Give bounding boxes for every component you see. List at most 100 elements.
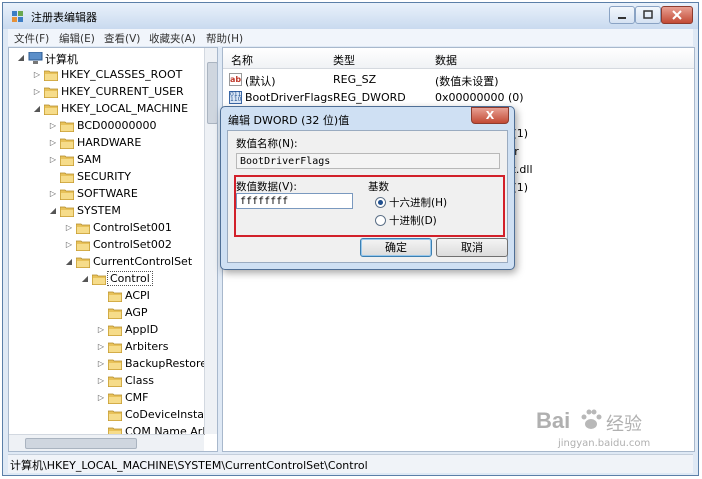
folder-icon: [108, 359, 122, 370]
tree-item-label: CurrentControlSet: [93, 255, 193, 268]
menu-file[interactable]: 文件(F): [14, 31, 49, 46]
status-path: 计算机\HKEY_LOCAL_MACHINE\SYSTEM\CurrentCon…: [10, 459, 368, 472]
title-bar[interactable]: 注册表编辑器: [3, 3, 698, 29]
watermark-brand: Bai: [536, 408, 571, 433]
value-name-cell: BootDriverFlags: [245, 91, 334, 104]
expand-arrow-icon[interactable]: ▷: [65, 240, 73, 249]
tree-item-label: SECURITY: [77, 170, 131, 183]
value-name-field: BootDriverFlags: [236, 153, 500, 169]
value-data-input[interactable]: ffffffff: [236, 193, 353, 209]
paw-logo-icon: [581, 409, 602, 429]
cancel-button[interactable]: 取消: [436, 238, 508, 257]
value-row[interactable]: ab (默认) REG_SZ (数值未设置): [223, 71, 694, 89]
expand-arrow-icon[interactable]: ▷: [97, 325, 105, 334]
value-name-label: 数值名称(N):: [236, 138, 298, 150]
folder-icon: [108, 342, 122, 353]
expand-arrow-icon[interactable]: ▷: [97, 342, 105, 351]
watermark-site: jingyan.baidu.com: [558, 438, 651, 449]
computer-icon: [28, 52, 43, 64]
folder-icon: [60, 172, 74, 183]
hex-radio[interactable]: [375, 197, 386, 208]
folder-icon: [108, 376, 122, 387]
value-row[interactable]: 011 110 BootDriverFlags REG_DWORD 0x0000000…: [223, 89, 694, 107]
value-type-cell: REG_DWORD: [333, 91, 406, 104]
tree-hscroll-thumb[interactable]: [25, 438, 137, 449]
expand-arrow-icon[interactable]: ▷: [65, 223, 73, 232]
status-bar: 计算机\HKEY_LOCAL_MACHINE\SYSTEM\CurrentCon…: [8, 454, 693, 473]
decimal-radio-label[interactable]: 十进制(D): [389, 213, 437, 228]
column-type-header[interactable]: 类型: [333, 52, 355, 70]
tree-item-label: BCD00000000: [77, 119, 157, 132]
tree-item-label: SAM: [77, 153, 102, 166]
close-button[interactable]: [661, 6, 693, 24]
tree-item-label: AppID: [125, 323, 159, 336]
expand-arrow-icon[interactable]: ▷: [33, 70, 41, 79]
folder-icon: [108, 291, 122, 302]
dialog-body: 数值名称(N): BootDriverFlags 数值数据(V): ffffff…: [227, 130, 508, 263]
folder-icon: [60, 155, 74, 166]
dialog-close-button[interactable]: X: [471, 107, 509, 124]
menu-edit[interactable]: 编辑(E): [59, 31, 95, 46]
folder-icon: [60, 138, 74, 149]
expand-arrow-icon[interactable]: ▷: [49, 155, 57, 164]
watermark-cn: 经验: [606, 414, 642, 435]
folder-icon: [60, 189, 74, 200]
expand-arrow-icon[interactable]: ▷: [97, 393, 105, 402]
expand-arrow-icon[interactable]: ▷: [49, 138, 57, 147]
collapse-arrow-icon[interactable]: ◢: [81, 274, 89, 283]
decimal-radio[interactable]: [375, 215, 386, 226]
maximize-button[interactable]: [635, 6, 661, 24]
collapse-arrow-icon[interactable]: ◢: [33, 104, 41, 113]
menu-favorites[interactable]: 收藏夹(A): [149, 31, 196, 46]
key-tree-pane[interactable]: ◢ 计算机 ▷ HKEY_CLASSES_ROOT ▷ HKEY_CURRENT_US…: [8, 47, 218, 452]
menu-view[interactable]: 查看(V): [104, 31, 140, 46]
tree-scroll-thumb[interactable]: [207, 62, 217, 124]
tree-item-label: HKEY_LOCAL_MACHINE: [61, 102, 189, 115]
tree-horizontal-scrollbar[interactable]: [9, 434, 204, 451]
collapse-arrow-icon[interactable]: ◢: [49, 206, 57, 215]
expand-arrow-icon[interactable]: ▷: [49, 121, 57, 130]
close-icon: [672, 10, 682, 20]
tree-root-label: 计算机: [45, 53, 78, 66]
tree-item-label: AGP: [125, 306, 148, 319]
folder-icon: [44, 104, 58, 115]
dialog-title: 编辑 DWORD (32 位)值: [228, 114, 350, 127]
folder-icon: [92, 274, 106, 285]
base-group-label: 基数: [368, 181, 389, 193]
edit-dword-dialog: 编辑 DWORD (32 位)值 X 数值名称(N): BootDriverFl…: [220, 106, 515, 270]
menu-help[interactable]: 帮助(H): [206, 31, 243, 46]
tree-item-label: SOFTWARE: [77, 187, 138, 200]
column-data-header[interactable]: 数据: [435, 52, 457, 70]
expand-arrow-icon[interactable]: ▷: [33, 87, 41, 96]
collapse-arrow-icon[interactable]: ◢: [17, 53, 25, 62]
collapse-arrow-icon[interactable]: ◢: [65, 257, 73, 266]
folder-icon: [108, 325, 122, 336]
folder-icon: [76, 240, 90, 251]
tree-item-label: HKEY_CURRENT_USER: [61, 85, 184, 98]
expand-arrow-icon[interactable]: ▷: [97, 376, 105, 385]
folder-icon: [44, 87, 58, 98]
expand-arrow-icon[interactable]: ▷: [97, 359, 105, 368]
tree-item-label: CMF: [125, 391, 149, 404]
minimize-button[interactable]: [609, 6, 635, 24]
menu-bar: 文件(F) 编辑(E) 查看(V) 收藏夹(A) 帮助(H): [8, 29, 693, 46]
tree-vertical-scrollbar[interactable]: [204, 48, 217, 434]
tree-item-label: Class: [125, 374, 154, 387]
binary-value-icon: 011 110: [229, 91, 242, 104]
string-value-icon: ab: [229, 73, 242, 86]
hex-radio-label[interactable]: 十六进制(H): [389, 195, 447, 210]
tree-item-label: ControlSet002: [93, 238, 172, 251]
folder-icon: [60, 121, 74, 132]
ok-button[interactable]: 确定: [360, 238, 432, 257]
expand-arrow-icon[interactable]: ▷: [49, 189, 57, 198]
minimize-icon: [618, 17, 626, 19]
tree-item-label: SYSTEM: [77, 204, 121, 217]
folder-icon: [44, 70, 58, 81]
column-name-header[interactable]: 名称: [231, 52, 253, 70]
tree-item-label: Arbiters: [125, 340, 169, 353]
value-data-label: 数值数据(V):: [236, 181, 297, 193]
value-data-cell: 0x00000000 (0): [435, 91, 524, 104]
value-name-cell: (默认): [245, 75, 276, 88]
baidu-watermark: Bai 经验 jingyan.baidu.com: [536, 404, 686, 454]
folder-icon: [108, 308, 122, 319]
